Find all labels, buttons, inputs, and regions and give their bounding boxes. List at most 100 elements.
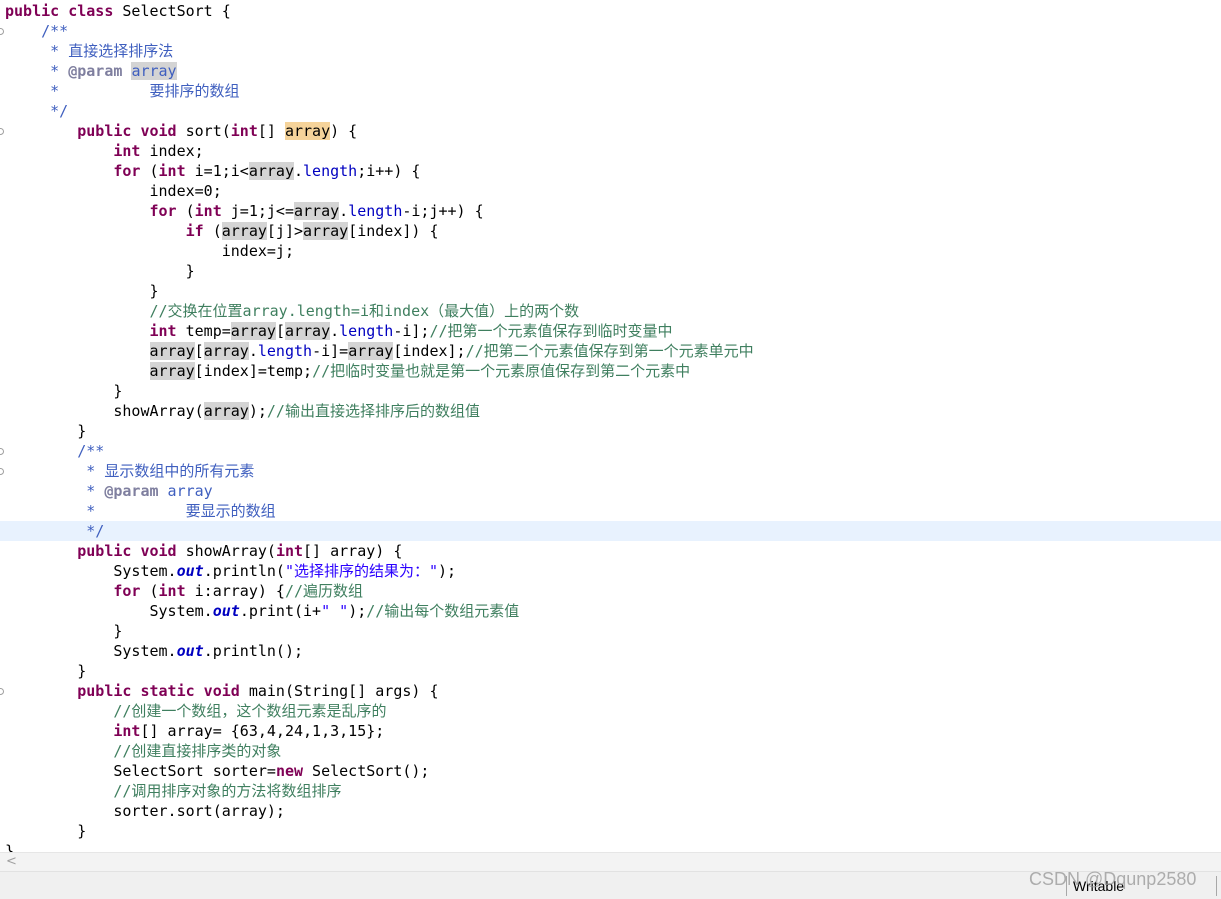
- code-token: -i;j++) {: [402, 202, 484, 220]
- code-token: i=1;i<: [185, 162, 249, 180]
- code-token: out: [212, 602, 240, 620]
- code-token: public static void: [77, 682, 240, 700]
- code-token: }: [5, 842, 15, 852]
- code-token: for: [113, 162, 141, 180]
- code-token: .: [294, 162, 304, 180]
- code-token: temp=: [176, 322, 231, 340]
- code-token: .: [339, 202, 349, 220]
- code-line[interactable]: //创建直接排序类的对象: [0, 741, 1221, 761]
- code-line[interactable]: * @param array: [0, 61, 1221, 81]
- code-token: if: [185, 222, 204, 240]
- code-token: showArray(: [5, 402, 204, 420]
- code-token: int: [113, 722, 141, 740]
- code-line[interactable]: /**: [0, 21, 1221, 41]
- code-line[interactable]: System.out.print(i+" ");//输出每个数组元素值: [0, 601, 1221, 621]
- code-line[interactable]: int index;: [0, 141, 1221, 161]
- code-line[interactable]: showArray(array);//输出直接选择排序后的数组值: [0, 401, 1221, 421]
- code-token: i:array) {: [185, 582, 285, 600]
- code-token: [] array) {: [303, 542, 403, 560]
- code-line[interactable]: * 要排序的数组: [0, 81, 1221, 101]
- code-token: [: [194, 342, 204, 360]
- code-token: );: [438, 562, 457, 580]
- current-code-line[interactable]: */: [0, 521, 1221, 541]
- code-token: }: [5, 282, 159, 300]
- code-token: ) {: [330, 122, 358, 140]
- code-token: array: [158, 482, 213, 500]
- code-line[interactable]: public void sort(int[] array) {: [0, 121, 1221, 141]
- code-line[interactable]: index=j;: [0, 241, 1221, 261]
- code-line[interactable]: }: [0, 661, 1221, 681]
- fold-marker-icon[interactable]: [0, 28, 4, 35]
- code-line[interactable]: System.out.println();: [0, 641, 1221, 661]
- code-token: //创建一个数组，这个数组元素是乱序的: [113, 702, 387, 720]
- code-line[interactable]: */: [0, 101, 1221, 121]
- code-line[interactable]: public static void main(String[] args) {: [0, 681, 1221, 701]
- code-line[interactable]: }: [0, 281, 1221, 301]
- code-token: * 要排序的数组: [5, 82, 240, 100]
- code-token: int: [158, 582, 186, 600]
- code-line[interactable]: for (int i=1;i<array.length;i++) {: [0, 161, 1221, 181]
- code-token: (: [140, 162, 159, 180]
- code-line[interactable]: index=0;: [0, 181, 1221, 201]
- code-token: //把临时变量也就是第一个元素原值保存到第二个元素中: [312, 362, 691, 380]
- code-line[interactable]: * 直接选择排序法: [0, 41, 1221, 61]
- code-token: length: [348, 202, 403, 220]
- code-token: ;i++) {: [357, 162, 421, 180]
- code-line[interactable]: SelectSort sorter=new SelectSort();: [0, 761, 1221, 781]
- code-token: SelectSort {: [113, 2, 231, 20]
- code-token: [index]=temp;: [194, 362, 313, 380]
- code-token: main(String[] args) {: [239, 682, 439, 700]
- code-token: );: [348, 602, 367, 620]
- fold-marker-icon[interactable]: [0, 688, 4, 695]
- code-token: array: [203, 342, 249, 360]
- code-line[interactable]: }: [0, 261, 1221, 281]
- scroll-left-arrow-icon[interactable]: <: [6, 853, 17, 872]
- code-token: array: [221, 222, 267, 240]
- code-line[interactable]: public void showArray(int[] array) {: [0, 541, 1221, 561]
- code-line[interactable]: if (array[j]>array[index]) {: [0, 221, 1221, 241]
- code-lines[interactable]: public class SelectSort { /** * 直接选择排序法 …: [0, 1, 1221, 852]
- code-token: }: [5, 262, 195, 280]
- code-line[interactable]: int[] array= {63,4,24,1,3,15};: [0, 721, 1221, 741]
- code-line[interactable]: * @param array: [0, 481, 1221, 501]
- code-token: .: [330, 322, 340, 340]
- code-line[interactable]: for (int j=1;j<=array.length-i;j++) {: [0, 201, 1221, 221]
- code-line[interactable]: }: [0, 621, 1221, 641]
- code-line[interactable]: int temp=array[array.length-i];//把第一个元素值…: [0, 321, 1221, 341]
- fold-marker-icon[interactable]: [0, 128, 4, 135]
- code-line[interactable]: * 显示数组中的所有元素: [0, 461, 1221, 481]
- code-token: length: [257, 342, 313, 360]
- code-token: */: [5, 522, 105, 540]
- code-line[interactable]: array[index]=temp;//把临时变量也就是第一个元素原值保存到第二…: [0, 361, 1221, 381]
- code-token: array: [348, 342, 394, 360]
- code-token: //输出直接选择排序后的数组值: [266, 402, 480, 420]
- code-line[interactable]: public class SelectSort {: [0, 1, 1221, 21]
- code-token: * 直接选择排序法: [5, 42, 174, 60]
- code-line[interactable]: array[array.length-i]=array[index];//把第二…: [0, 341, 1221, 361]
- code-line[interactable]: }: [0, 421, 1221, 441]
- code-line[interactable]: * 要显示的数组: [0, 501, 1221, 521]
- code-editor[interactable]: public class SelectSort { /** * 直接选择排序法 …: [0, 0, 1221, 852]
- code-line[interactable]: sorter.sort(array);: [0, 801, 1221, 821]
- code-line[interactable]: }: [0, 821, 1221, 841]
- code-line[interactable]: //调用排序对象的方法将数组排序: [0, 781, 1221, 801]
- code-line[interactable]: }: [0, 841, 1221, 852]
- code-line[interactable]: for (int i:array) {//遍历数组: [0, 581, 1221, 601]
- code-line[interactable]: }: [0, 381, 1221, 401]
- code-line[interactable]: //交换在位置array.length=i和index（最大值）上的两个数: [0, 301, 1221, 321]
- code-token: int: [275, 542, 304, 560]
- code-line[interactable]: /**: [0, 441, 1221, 461]
- fold-marker-icon[interactable]: [0, 448, 4, 455]
- code-token: * 要显示的数组: [5, 502, 276, 520]
- code-line[interactable]: System.out.println("选择排序的结果为：");: [0, 561, 1221, 581]
- code-line[interactable]: //创建一个数组，这个数组元素是乱序的: [0, 701, 1221, 721]
- code-token: sorter.sort(array);: [5, 802, 285, 820]
- code-token: .println();: [203, 642, 304, 660]
- code-token: [] array= {63,4,24,1,3,15};: [140, 722, 385, 740]
- fold-marker-icon[interactable]: [0, 468, 4, 475]
